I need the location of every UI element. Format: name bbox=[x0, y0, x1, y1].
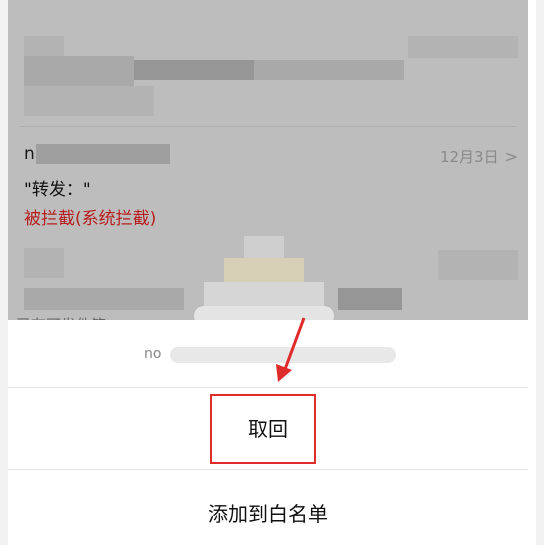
pointer-arrow-icon bbox=[276, 317, 306, 382]
